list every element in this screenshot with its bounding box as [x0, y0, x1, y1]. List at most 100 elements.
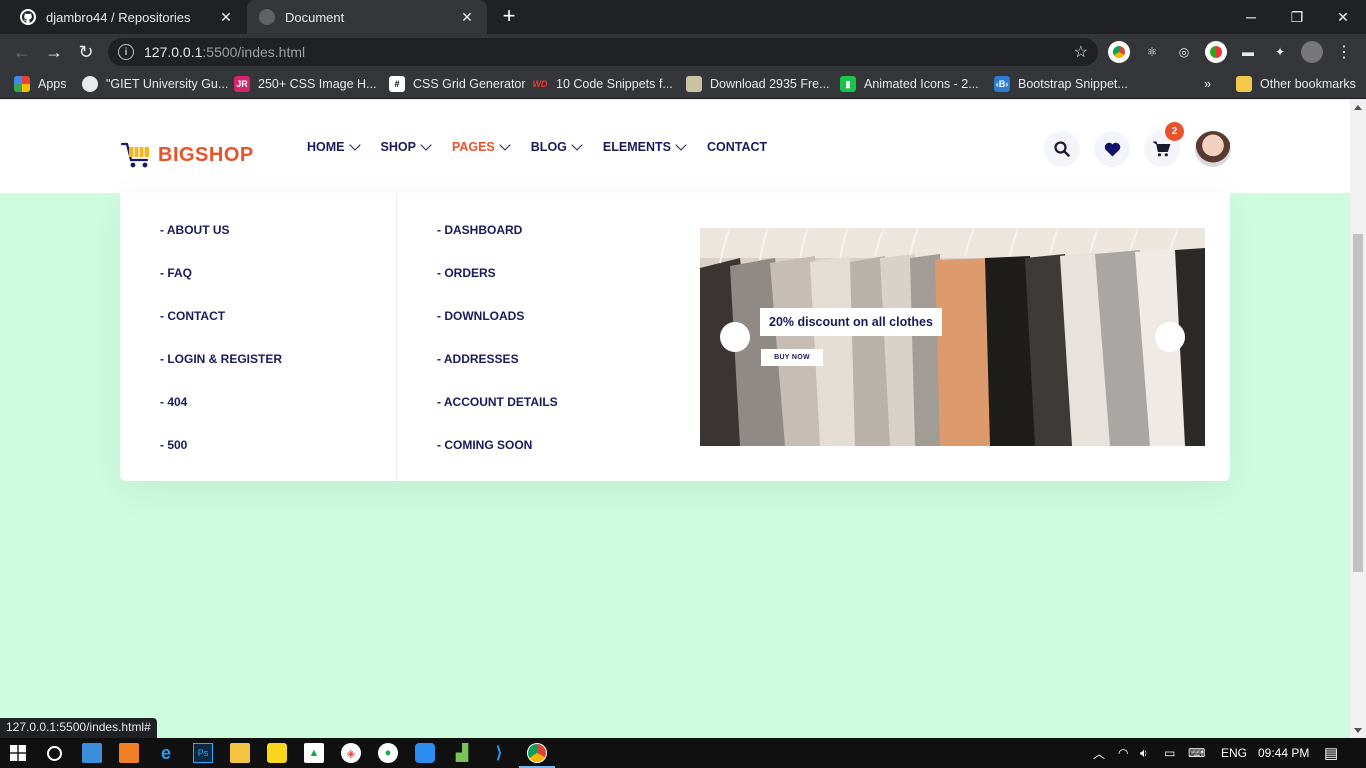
taskbar-app-icon[interactable]: ◈ [341, 743, 361, 763]
menu-link-404[interactable]: - 404 [160, 395, 282, 438]
menu-link-account-details[interactable]: - ACCOUNT DETAILS [437, 395, 558, 438]
clock[interactable]: 09:44 PM [1258, 738, 1309, 768]
search-button[interactable] [1044, 131, 1080, 167]
taskbar-chrome-icon[interactable] [519, 743, 555, 768]
globe-icon [82, 76, 98, 92]
taskbar-vscode-icon[interactable]: ⟩ [489, 743, 509, 763]
mega-menu-divider [396, 193, 397, 481]
cart-count-badge: 2 [1165, 122, 1184, 141]
menu-link-addresses[interactable]: - ADDRESSES [437, 352, 558, 395]
other-bookmarks[interactable]: Other bookmarks [1236, 70, 1356, 98]
url-text: 127.0.0.1:5500/indes.html [144, 44, 306, 60]
menu-link-about-us[interactable]: - ABOUT US [160, 223, 282, 266]
start-button[interactable] [8, 743, 28, 763]
page-scrollbar[interactable] [1350, 100, 1366, 738]
new-tab-button[interactable]: + [498, 5, 520, 28]
site-info-icon[interactable]: i [118, 44, 134, 60]
site-logo[interactable]: BIGSHOP [120, 138, 254, 172]
bootstrap-icon: ‹B› [994, 76, 1010, 92]
extensions-puzzle-icon[interactable]: ✦ [1269, 41, 1291, 63]
volume-icon[interactable]: 🔉︎ [1140, 738, 1148, 768]
taskbar-settings-app-icon[interactable] [415, 743, 435, 763]
wishlist-button[interactable] [1094, 131, 1130, 167]
menu-link-dashboard[interactable]: - DASHBOARD [437, 223, 558, 266]
wifi-icon[interactable]: ◠ [1118, 738, 1128, 768]
taskbar-photoshop-icon[interactable]: Ps [193, 743, 213, 763]
bookmark-code-snippets[interactable]: WD 10 Code Snippets f... [532, 70, 673, 98]
taskbar-sticky-app-icon[interactable] [267, 743, 287, 763]
back-button[interactable]: ← [10, 40, 34, 64]
taskbar-edge-icon[interactable]: e [156, 743, 176, 763]
scroll-down-icon[interactable] [1354, 728, 1362, 733]
github-icon [20, 9, 36, 25]
menu-link-contact[interactable]: - CONTACT [160, 309, 282, 352]
extension-target-icon[interactable]: ◎ [1173, 41, 1195, 63]
menu-link-faq[interactable]: - FAQ [160, 266, 282, 309]
taskbar-mail-icon[interactable] [82, 743, 102, 763]
action-center-icon[interactable]: ▤ [1324, 738, 1338, 768]
taskbar-file-explorer-icon[interactable] [230, 743, 250, 763]
battery-icon[interactable]: ▭ [1164, 738, 1175, 768]
scroll-up-icon[interactable] [1354, 105, 1362, 110]
nav-pages[interactable]: PAGES [452, 139, 511, 154]
close-tab-icon[interactable]: ✕ [218, 9, 234, 26]
user-avatar[interactable] [1195, 131, 1231, 167]
menu-link-login-register[interactable]: - LOGIN & REGISTER [160, 352, 282, 395]
close-tab-icon[interactable]: ✕ [459, 9, 475, 26]
carousel-next-button[interactable] [1155, 322, 1185, 352]
forward-button[interactable]: → [42, 40, 66, 64]
chrome-menu-icon[interactable]: ⋮ [1333, 41, 1355, 63]
globe-icon [259, 9, 275, 25]
menu-link-coming-soon[interactable]: - COMING SOON [437, 438, 558, 481]
taskbar-xampp-icon[interactable] [119, 743, 139, 763]
bookmark-apps[interactable]: Apps [14, 70, 67, 98]
buy-now-button[interactable]: BUY NOW [761, 349, 823, 366]
tab-github-repositories[interactable]: djambro44 / Repositories ✕ [8, 0, 246, 34]
nav-home[interactable]: HOME [307, 139, 361, 154]
address-bar[interactable]: i 127.0.0.1:5500/indes.html ☆ [108, 38, 1098, 66]
more-bookmarks-button[interactable]: » [1204, 70, 1211, 98]
bookmark-star-icon[interactable]: ☆ [1074, 42, 1088, 62]
menu-link-orders[interactable]: - ORDERS [437, 266, 558, 309]
carousel-prev-button[interactable] [720, 322, 750, 352]
taskbar-compass-icon[interactable]: ● [378, 743, 398, 763]
taskbar-android-icon[interactable]: ▟ [452, 743, 472, 763]
bookmark-giet[interactable]: "GIET University Gu... [82, 70, 228, 98]
tray-show-hidden-icon[interactable]: ︿ [1093, 738, 1105, 768]
wd-icon: WD [532, 79, 548, 89]
menu-link-500[interactable]: - 500 [160, 438, 282, 481]
extension-react-icon[interactable]: ⚛ [1141, 41, 1163, 63]
bookmark-label: CSS Grid Generator [413, 77, 526, 91]
nav-blog[interactable]: BLOG [530, 139, 583, 154]
bookmark-label: "GIET University Gu... [106, 77, 229, 91]
chevron-down-icon [499, 139, 511, 151]
promo-banner[interactable]: 20% discount on all clothes BUY NOW [700, 228, 1205, 446]
extension-colorpick-icon[interactable] [1205, 41, 1227, 63]
language-indicator[interactable]: ENG [1221, 738, 1247, 768]
nav-shop[interactable]: SHOP [381, 139, 432, 154]
bookmark-label: 250+ CSS Image H... [258, 77, 377, 91]
extension-window-icon[interactable]: ▬ [1237, 41, 1259, 63]
menu-link-downloads[interactable]: - DOWNLOADS [437, 309, 558, 352]
tab-document[interactable]: Document ✕ [247, 0, 487, 34]
cortana-button[interactable] [44, 743, 64, 763]
nav-label: BLOG [530, 140, 567, 154]
promo-headline: 20% discount on all clothes [760, 308, 942, 336]
restore-button[interactable]: ❐ [1274, 0, 1320, 34]
bookmark-animated-icons[interactable]: ▮ Animated Icons - 2... [840, 70, 979, 98]
reload-button[interactable]: ↻ [74, 40, 98, 64]
taskbar-mongodb-icon[interactable]: ▲ [304, 743, 324, 763]
scrollbar-thumb[interactable] [1353, 234, 1363, 572]
nav-elements[interactable]: ELEMENTS [603, 139, 687, 154]
nav-label: HOME [307, 140, 345, 154]
bookmark-css-grid[interactable]: # CSS Grid Generator [389, 70, 526, 98]
close-window-button[interactable]: ✕ [1320, 0, 1366, 34]
keyboard-icon[interactable]: ⌨ [1188, 738, 1205, 768]
profile-avatar-icon[interactable] [1301, 41, 1323, 63]
bookmark-bootstrap[interactable]: ‹B› Bootstrap Snippet... [994, 70, 1128, 98]
minimize-button[interactable]: ─ [1228, 0, 1274, 34]
bookmark-download[interactable]: Download 2935 Fre... [686, 70, 830, 98]
extension-chrome-icon[interactable] [1108, 41, 1130, 63]
bookmark-css-image[interactable]: JR 250+ CSS Image H... [234, 70, 376, 98]
nav-contact[interactable]: CONTACT [707, 140, 767, 154]
